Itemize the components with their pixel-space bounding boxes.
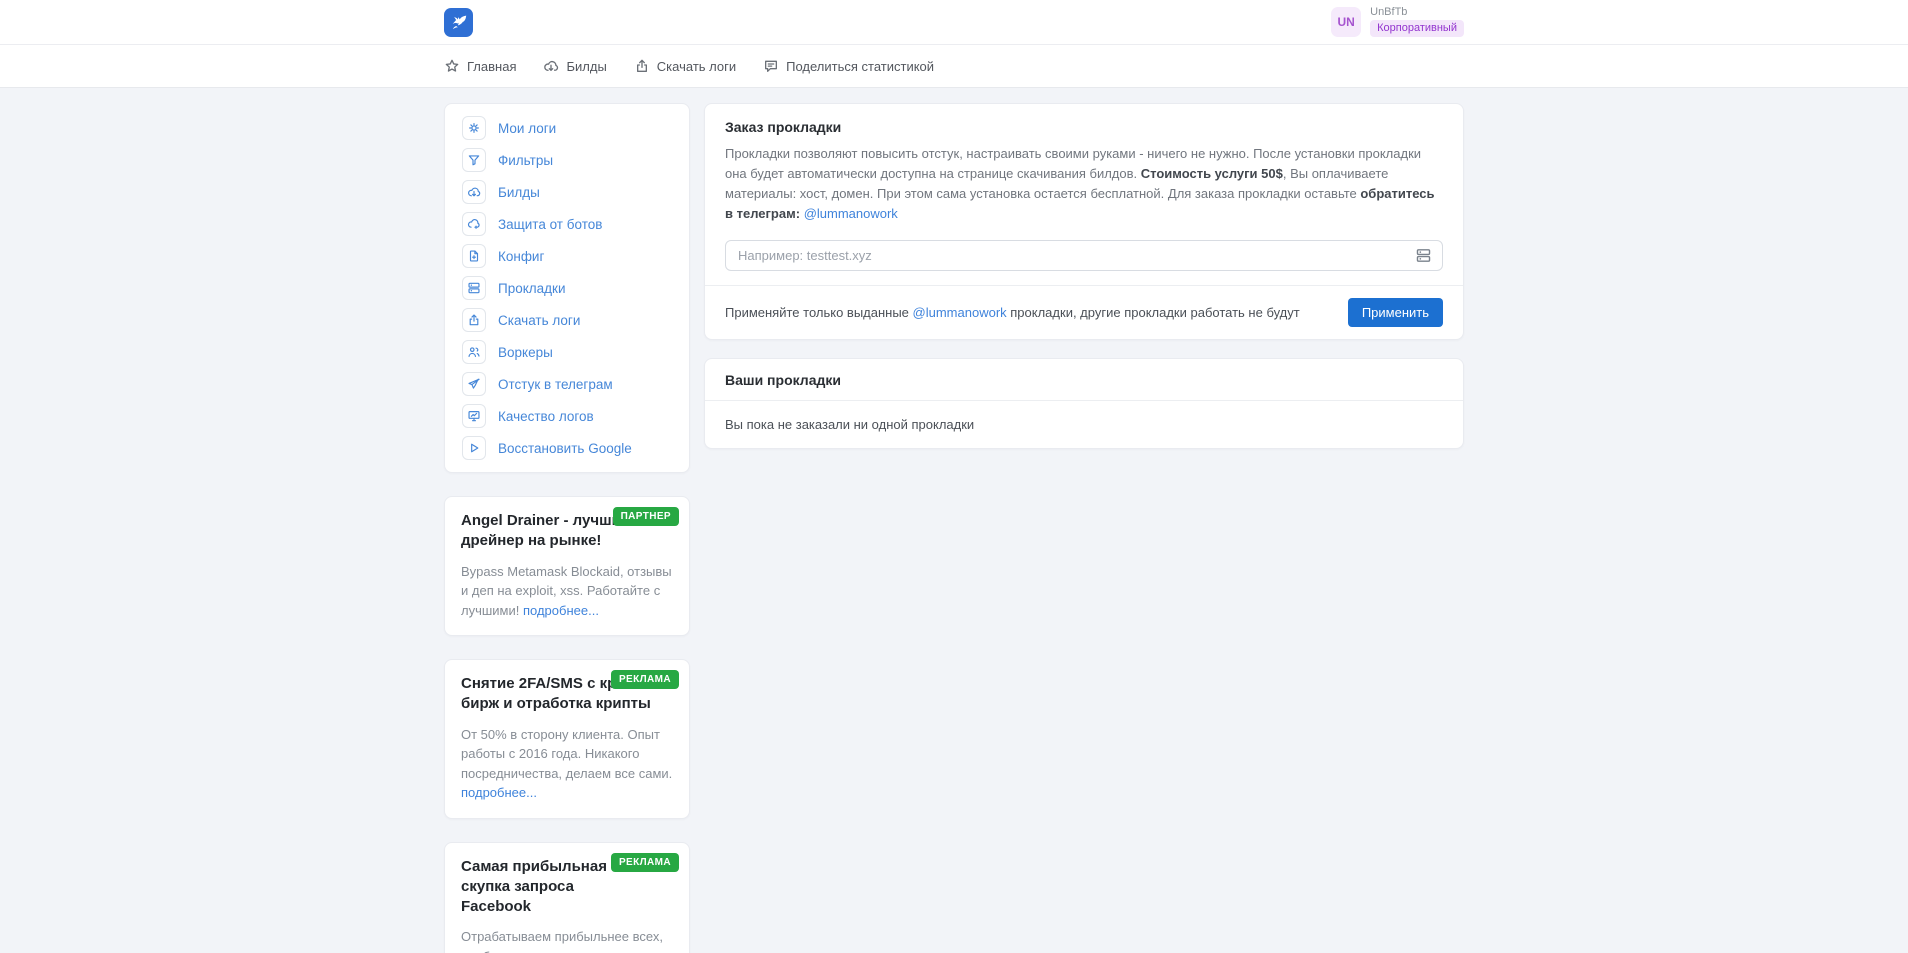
ad-card-facebook-buyout: РЕКЛАМА Самая прибыльная скупка запроса … (444, 841, 690, 953)
desc-price: Стоимость услуги 50$ (1140, 166, 1283, 182)
server-icon (462, 276, 486, 300)
empty-state-text: Вы пока не заказали ни одной прокладки (725, 416, 975, 432)
nav-label: Билды (566, 58, 607, 74)
ad-badge: РЕКЛАМА (610, 670, 679, 689)
your-proxies-title: Ваши прокладки (705, 359, 1463, 401)
sidebar-item-config[interactable]: Конфиг (445, 240, 689, 272)
sidebar-menu: Мои логи Фильтры Билды Защита от ботов К… (444, 103, 690, 473)
sidebar-item-proxies[interactable]: Прокладки (445, 272, 689, 304)
proxy-domain-input[interactable] (725, 239, 1443, 271)
users-icon (462, 340, 486, 364)
server-icon[interactable] (1415, 247, 1432, 264)
nav-label: Главная (467, 58, 517, 74)
order-card-footer: Применяйте только выданные @lummanowork … (705, 284, 1463, 339)
ad-text: От 50% в сторону клиента. Опыт работы с … (461, 725, 673, 803)
sidebar-item-bot-protection[interactable]: Защита от ботов (445, 208, 689, 240)
avatar[interactable]: UN (1331, 7, 1362, 37)
bird-icon (452, 15, 467, 29)
sidebar-item-label: Скачать логи (498, 312, 581, 328)
play-icon (462, 436, 486, 460)
sidebar-item-workers[interactable]: Воркеры (445, 336, 689, 368)
order-description: Прокладки позволяют повысить отстук, нас… (725, 144, 1443, 225)
nav-label: Поделиться статистикой (786, 58, 935, 74)
sidebar-item-filters[interactable]: Фильтры (445, 144, 689, 176)
ad-badge: РЕКЛАМА (610, 852, 679, 872)
sidebar-item-telegram-notify[interactable]: Отстук в телеграм (445, 368, 689, 400)
nav-item-share-stats[interactable]: Поделиться статистикой (763, 58, 934, 74)
funnel-icon (462, 148, 486, 172)
partner-badge: ПАРТНЕР (612, 507, 679, 526)
sidebar-item-download-logs[interactable]: Скачать логи (445, 304, 689, 336)
ad-more-link[interactable]: подробнее... (523, 603, 599, 618)
sidebar-item-label: Воркеры (498, 344, 553, 360)
hummingbird-logo[interactable] (444, 7, 473, 37)
cloud-download-icon (462, 180, 486, 204)
ad-text: Bypass Metamask Blockaid, отзывы и деп н… (461, 562, 673, 621)
ad-more-link[interactable]: подробнее... (461, 785, 537, 800)
sidebar-item-log-quality[interactable]: Качество логов (445, 400, 689, 432)
monitor-icon (462, 404, 486, 428)
sidebar-item-label: Мои логи (498, 120, 557, 136)
telegram-link[interactable]: @lummanowork (913, 305, 1007, 320)
nav-item-builds[interactable]: Билды (543, 58, 607, 74)
main-navbar: Главная Билды Скачать логи Поделиться ст… (0, 44, 1908, 88)
upload-icon (462, 308, 486, 332)
nav-item-home[interactable]: Главная (444, 58, 516, 74)
nav-label: Скачать логи (656, 58, 737, 74)
plan-badge: Корпоративный (1370, 19, 1464, 38)
sidebar-item-label: Восстановить Google (498, 440, 632, 456)
upload-icon (636, 59, 647, 72)
hint-text: прокладки, другие прокладки работать не … (1006, 304, 1300, 320)
cloud-download-icon (544, 60, 559, 72)
order-proxy-card: Заказ прокладки Прокладки позволяют повы… (704, 103, 1464, 340)
sidebar-item-label: Фильтры (498, 152, 554, 168)
sidebar-item-label: Прокладки (498, 280, 566, 296)
sidebar-item-label: Конфиг (498, 248, 545, 264)
file-plus-icon (462, 244, 486, 268)
ad-title: Самая прибыльная скупка запроса Facebook (461, 857, 607, 916)
nav-item-download-logs[interactable]: Скачать логи (634, 58, 736, 74)
top-header: UN UnBfTb Корпоративный (0, 0, 1908, 44)
content-area: Мои логи Фильтры Билды Защита от ботов К… (0, 88, 1908, 953)
paper-plane-icon (462, 372, 486, 396)
cloud-star-icon (462, 212, 486, 236)
sidebar-item-my-logs[interactable]: Мои логи (445, 112, 689, 144)
chat-icon (765, 60, 778, 72)
ad-card-2fa-removal: РЕКЛАМА Снятие 2FA/SMS с крипто-бирж и о… (444, 659, 690, 819)
telegram-link[interactable]: @lummanowork (804, 206, 898, 221)
ad-text: Отрабатываем прибыльнее всех, подбираем … (461, 927, 673, 953)
your-proxies-card: Ваши прокладки Вы пока не заказали ни од… (704, 357, 1464, 449)
star-icon (445, 59, 459, 72)
ad-text-body: Отрабатываем прибыльнее всех, подбираем … (461, 929, 663, 953)
user-menu[interactable]: UN UnBfTb Корпоративный (1331, 5, 1464, 38)
ad-card-angel-drainer: ПАРТНЕР Angel Drainer - лучший дрейнер н… (444, 496, 690, 636)
sidebar-item-label: Защита от ботов (498, 216, 603, 232)
sidebar-item-label: Качество логов (498, 408, 594, 424)
gear-icon (462, 116, 486, 140)
sidebar-item-builds[interactable]: Билды (445, 176, 689, 208)
ad-text-body: От 50% в сторону клиента. Опыт работы с … (461, 726, 673, 781)
order-card-title: Заказ прокладки (725, 119, 842, 135)
sidebar-item-label: Отстук в телеграм (498, 376, 613, 392)
apply-button[interactable]: Применить (1347, 297, 1443, 327)
sidebar-item-restore-google[interactable]: Восстановить Google (445, 432, 689, 464)
apply-hint: Применяйте только выданные @lummanowork … (725, 305, 1300, 320)
hint-text: Применяйте только выданные (725, 304, 913, 320)
sidebar-item-label: Билды (498, 184, 540, 200)
username: UnBfTb (1370, 5, 1408, 18)
